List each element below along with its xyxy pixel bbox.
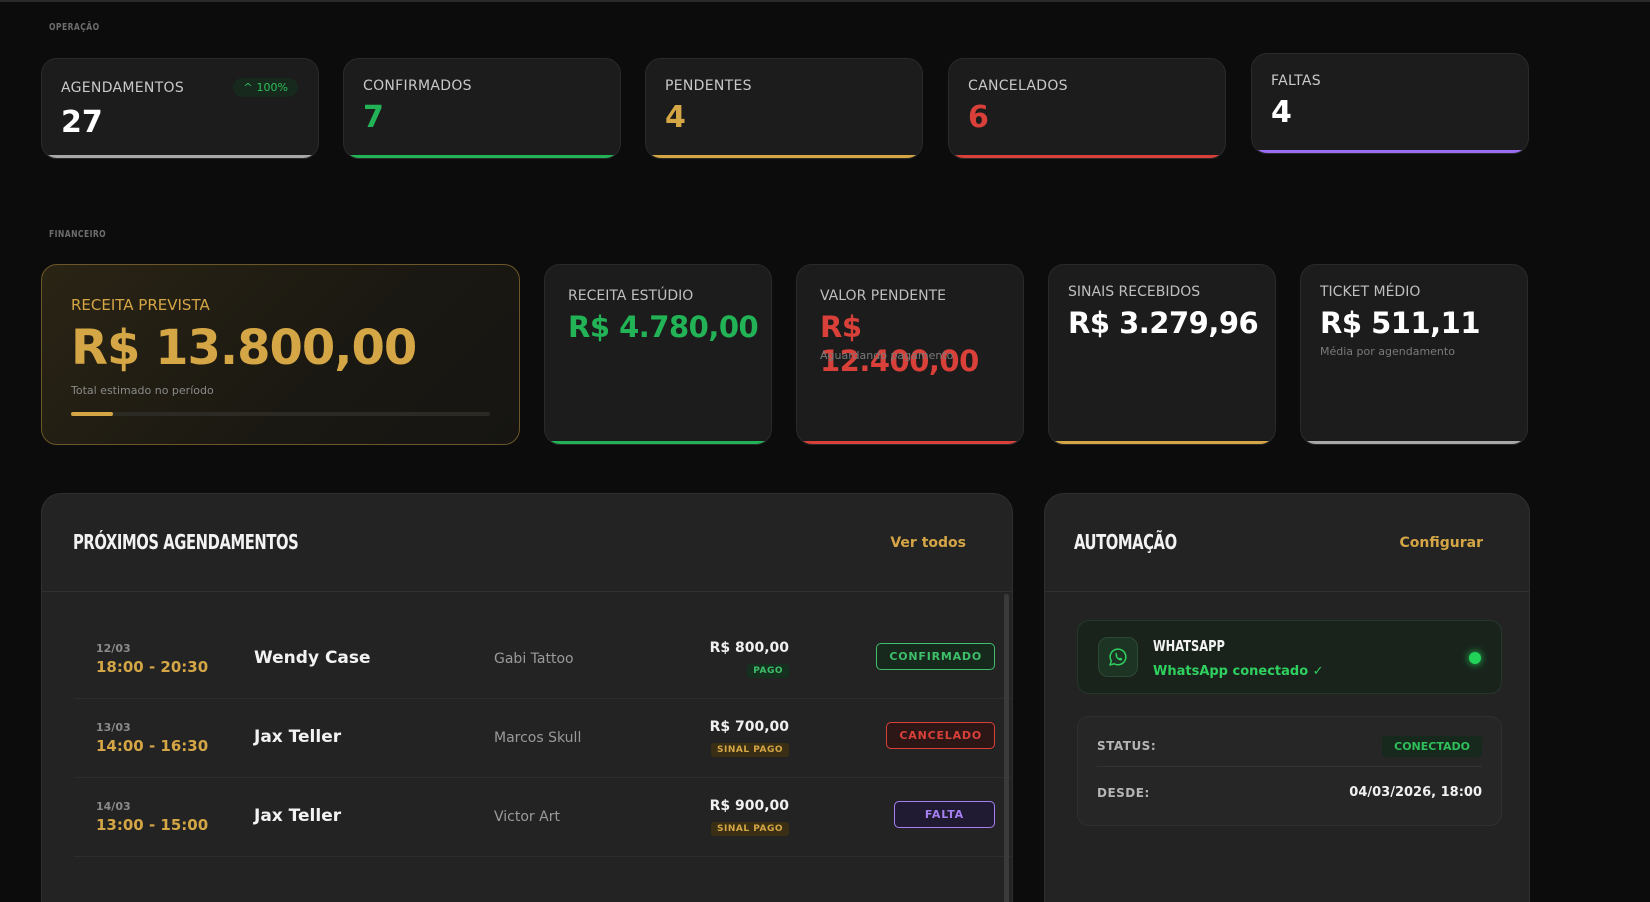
desde-label: DESDE: xyxy=(1097,786,1150,800)
row-client: Jax Teller xyxy=(254,806,342,826)
online-indicator xyxy=(1469,652,1481,664)
status-label: STATUS: xyxy=(1097,739,1157,753)
row-price: R$ 700,00 xyxy=(709,719,789,735)
card-accent xyxy=(1049,441,1275,444)
section-title-operacao: OPERAÇÃO xyxy=(49,22,100,33)
card-value: R$ 13.800,00 xyxy=(71,320,417,376)
status-badge: CANCELADO xyxy=(886,722,995,749)
status-badge: CONFIRMADO xyxy=(876,643,995,670)
row-date: 13/03 xyxy=(96,721,131,734)
panel-header: PRÓXIMOS AGENDAMENTOS Ver todos xyxy=(42,494,1012,592)
desde-value: 04/03/2026, 18:00 xyxy=(1349,785,1482,800)
card-value: R$ 511,11 xyxy=(1320,306,1481,340)
card-label: PENDENTES xyxy=(665,78,752,94)
ver-todos-link[interactable]: Ver todos xyxy=(890,535,966,551)
row-time: 13:00 - 15:00 xyxy=(96,816,209,834)
row-price: R$ 800,00 xyxy=(709,640,789,656)
table-row[interactable]: 12/03 18:00 - 20:30 Wendy Case Gabi Tatt… xyxy=(74,620,1012,699)
card-receita-estudio[interactable]: RECEITA ESTÚDIO R$ 4.780,00 xyxy=(544,264,772,445)
row-client: Wendy Case xyxy=(254,648,371,668)
card-value: R$ 12.400,00 xyxy=(820,310,979,378)
card-subtitle: Total estimado no período xyxy=(71,384,214,397)
desde-row: DESDE: 04/03/2026, 18:00 xyxy=(1097,767,1482,817)
whatsapp-card[interactable]: WHATSAPP WhatsApp conectado ✓ xyxy=(1077,620,1502,694)
card-value: R$ 3.279,96 xyxy=(1068,306,1259,340)
card-ticket-medio[interactable]: TICKET MÉDIO R$ 511,11 Média por agendam… xyxy=(1300,264,1528,445)
whatsapp-icon xyxy=(1098,637,1138,677)
card-label: CONFIRMADOS xyxy=(363,78,472,94)
panel-header: AUTOMAÇÃO Configurar xyxy=(1045,494,1529,592)
row-artist: Gabi Tattoo xyxy=(494,651,574,667)
configurar-link[interactable]: Configurar xyxy=(1400,535,1483,551)
progress-fill xyxy=(71,412,113,416)
card-value: 4 xyxy=(1271,95,1292,130)
status-badge: CONECTADO xyxy=(1382,736,1482,757)
card-label: AGENDAMENTOS xyxy=(61,80,185,96)
row-artist: Marcos Skull xyxy=(494,730,582,746)
card-valor-pendente[interactable]: VALOR PENDENTE R$ 12.400,00 Aguardando p… xyxy=(796,264,1024,445)
trend-badge: ^ 100% xyxy=(233,78,298,97)
card-label: VALOR PENDENTE xyxy=(820,288,947,304)
row-date: 12/03 xyxy=(96,642,131,655)
connection-details: STATUS: CONECTADO DESDE: 04/03/2026, 18:… xyxy=(1077,716,1502,826)
panel-automacao: AUTOMAÇÃO Configurar WHATSAPP WhatsApp c… xyxy=(1044,493,1530,902)
card-cancelados[interactable]: CANCELADOS 6 xyxy=(948,58,1226,159)
card-label: CANCELADOS xyxy=(968,78,1068,94)
table-row[interactable]: 14/03 13:00 - 15:00 Jax Teller Victor Ar… xyxy=(74,778,1012,857)
whatsapp-title: WHATSAPP xyxy=(1153,637,1225,655)
trend-value: 100% xyxy=(256,81,288,94)
card-accent xyxy=(1301,441,1527,444)
card-subtitle: Aguardando pagamento xyxy=(820,349,954,362)
payment-badge: SINAL PAGO xyxy=(711,822,789,836)
card-pendentes[interactable]: PENDENTES 4 xyxy=(645,58,923,159)
card-value: 7 xyxy=(363,100,384,135)
panel-title: AUTOMAÇÃO xyxy=(1074,530,1177,554)
card-label: SINAIS RECEBIDOS xyxy=(1068,284,1201,300)
card-label: TICKET MÉDIO xyxy=(1320,284,1421,300)
row-client: Jax Teller xyxy=(254,727,342,747)
card-agendamentos[interactable]: AGENDAMENTOS ^ 100% 27 xyxy=(41,58,319,159)
card-value: R$ 4.780,00 xyxy=(568,310,759,344)
card-label: RECEITA ESTÚDIO xyxy=(568,288,694,304)
card-label: FALTAS xyxy=(1271,73,1321,89)
card-label: RECEITA PREVISTA xyxy=(71,296,210,314)
row-time: 18:00 - 20:30 xyxy=(96,658,209,676)
card-accent xyxy=(545,441,771,444)
card-subtitle: Média por agendamento xyxy=(1320,345,1455,358)
card-accent xyxy=(949,155,1225,158)
whatsapp-status-text: WhatsApp conectado ✓ xyxy=(1153,664,1324,679)
chevron-up-icon: ^ xyxy=(243,81,253,94)
card-faltas[interactable]: FALTAS 4 xyxy=(1251,53,1529,154)
row-artist: Victor Art xyxy=(494,809,560,825)
card-accent xyxy=(797,441,1023,444)
panel-proximos-agendamentos: PRÓXIMOS AGENDAMENTOS Ver todos 12/03 18… xyxy=(41,493,1013,902)
card-receita-prevista[interactable]: RECEITA PREVISTA R$ 13.800,00 Total esti… xyxy=(41,264,520,445)
card-value: 4 xyxy=(665,100,686,135)
row-price: R$ 900,00 xyxy=(709,798,789,814)
card-accent xyxy=(344,155,620,158)
row-time: 14:00 - 16:30 xyxy=(96,737,209,755)
card-accent xyxy=(646,155,922,158)
card-value: 27 xyxy=(61,105,103,140)
row-date: 14/03 xyxy=(96,800,131,813)
card-confirmados[interactable]: CONFIRMADOS 7 xyxy=(343,58,621,159)
section-title-financeiro: FINANCEIRO xyxy=(49,229,107,240)
panel-title: PRÓXIMOS AGENDAMENTOS xyxy=(73,530,299,554)
card-sinais-recebidos[interactable]: SINAIS RECEBIDOS R$ 3.279,96 xyxy=(1048,264,1276,445)
card-accent xyxy=(1252,150,1528,153)
table-row[interactable]: 13/03 14:00 - 16:30 Jax Teller Marcos Sk… xyxy=(74,699,1012,778)
payment-badge: SINAL PAGO xyxy=(711,743,789,757)
progress-track xyxy=(71,412,490,416)
payment-badge: PAGO xyxy=(747,664,789,678)
status-badge: FALTA xyxy=(893,801,995,828)
card-value: 6 xyxy=(968,100,989,135)
card-accent xyxy=(42,155,318,158)
scrollbar[interactable] xyxy=(1004,594,1009,902)
status-row: STATUS: CONECTADO xyxy=(1097,717,1482,767)
